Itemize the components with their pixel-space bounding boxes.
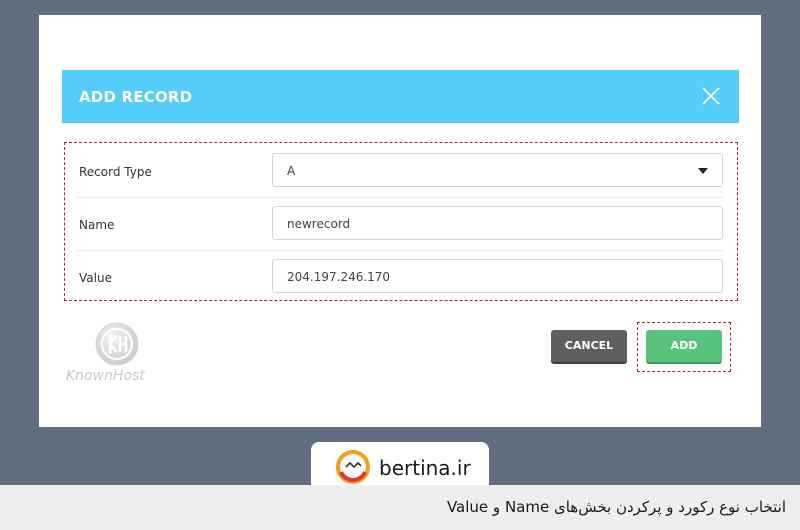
value-label: Value bbox=[79, 271, 112, 285]
watermark-text: KnownHost bbox=[66, 368, 145, 384]
record-type-value: A bbox=[287, 164, 296, 178]
dialog-header: ADD RECORD bbox=[62, 70, 739, 123]
form-highlight: Record Type A Name newrecord Value 204.1… bbox=[64, 142, 738, 301]
name-input[interactable]: newrecord bbox=[272, 206, 723, 240]
bertina-logo bbox=[336, 450, 370, 484]
knownhost-logo: KnownHost bbox=[64, 322, 174, 386]
record-type-label: Record Type bbox=[79, 165, 152, 179]
brand-name: bertina.ir bbox=[379, 456, 471, 480]
name-label: Name bbox=[79, 218, 115, 232]
value-row: Value 204.197.246.170 bbox=[77, 251, 723, 304]
record-type-row: Record Type A bbox=[77, 145, 723, 198]
add-highlight: ADD bbox=[637, 322, 731, 372]
value-value: 204.197.246.170 bbox=[287, 270, 391, 284]
caption-text: انتخاب نوع رکورد و پرکردن بخش‌های Name و… bbox=[446, 498, 786, 516]
name-row: Name newrecord bbox=[77, 198, 723, 251]
dialog-title: ADD RECORD bbox=[79, 88, 193, 106]
record-type-select[interactable]: A bbox=[272, 153, 723, 187]
cancel-button[interactable]: CANCEL bbox=[551, 330, 627, 362]
name-value: newrecord bbox=[287, 217, 351, 231]
caption-bar: انتخاب نوع رکورد و پرکردن بخش‌های Name و… bbox=[0, 485, 800, 530]
add-button[interactable]: ADD bbox=[646, 330, 722, 362]
chevron-down-icon bbox=[698, 168, 708, 174]
close-icon[interactable] bbox=[701, 86, 721, 106]
value-input[interactable]: 204.197.246.170 bbox=[272, 259, 723, 293]
